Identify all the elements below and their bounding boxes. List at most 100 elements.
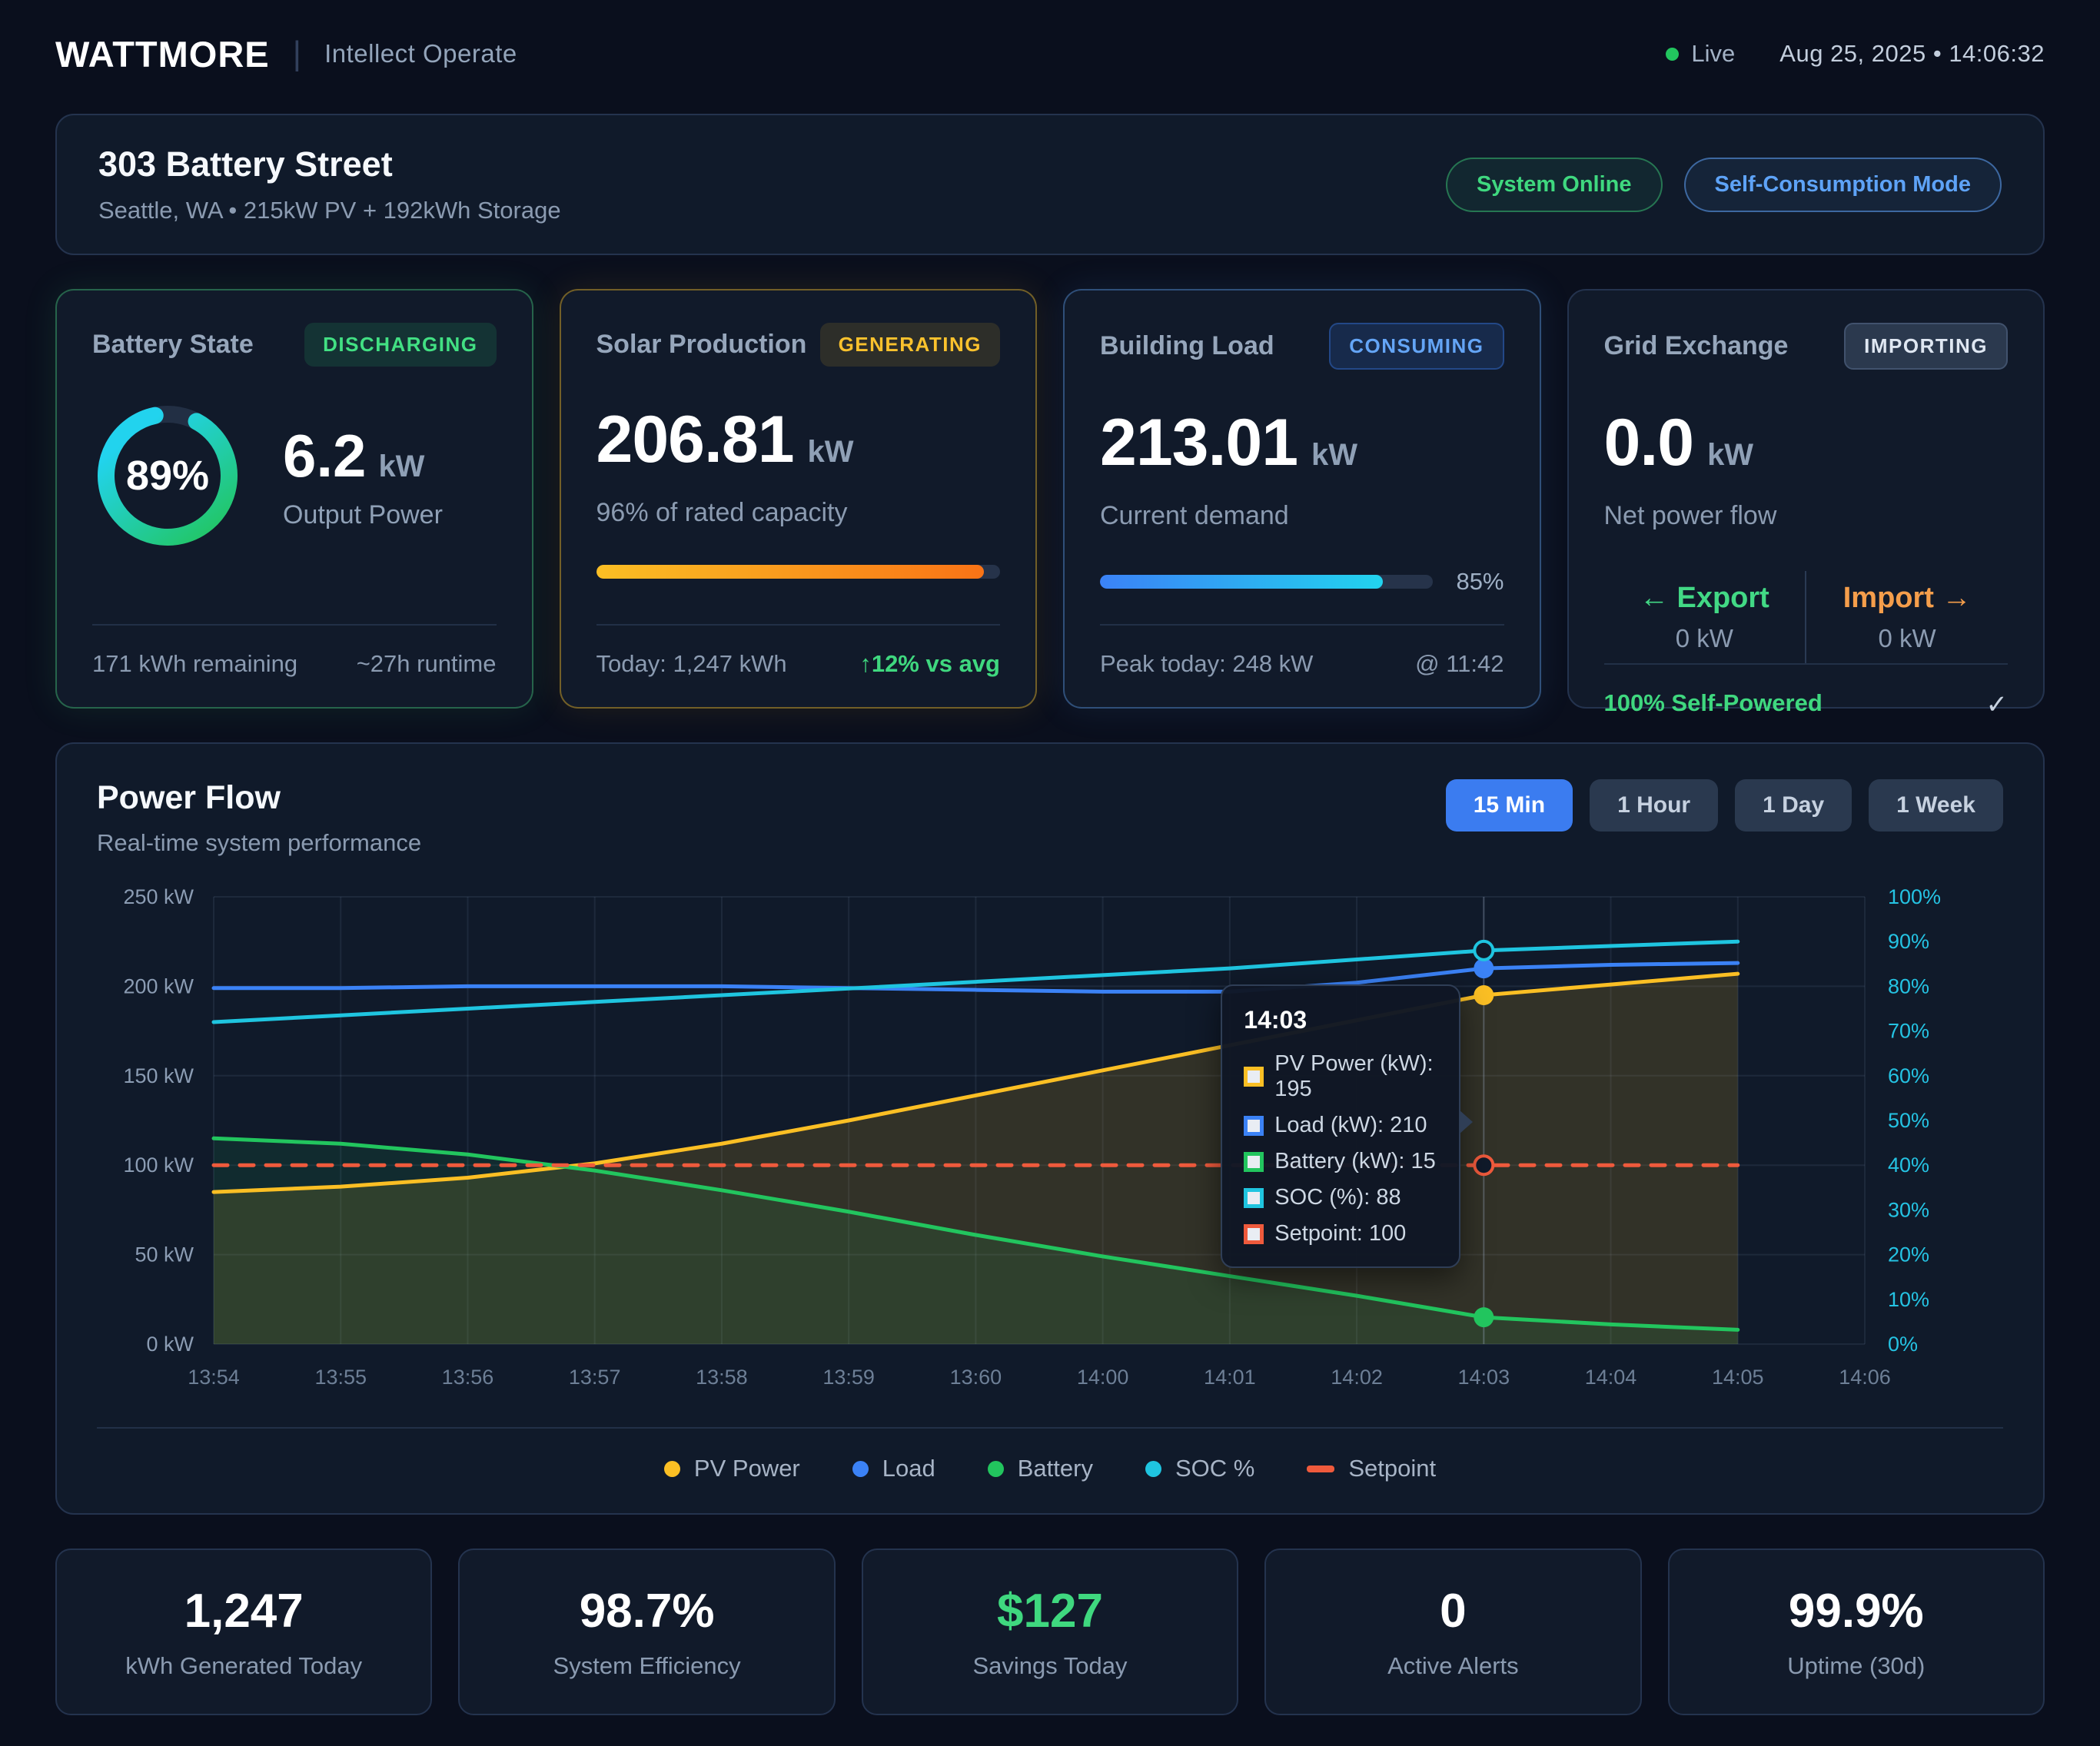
legend-dot-icon: [988, 1461, 1004, 1477]
load-peak-time: @ 11:42: [1415, 650, 1504, 678]
live-dot-icon: [1666, 48, 1679, 61]
stat-label: Savings Today: [879, 1652, 1221, 1680]
tooltip-series-value: SOC (%): 88: [1274, 1185, 1401, 1210]
stat-card-active-alerts: 0Active Alerts: [1264, 1548, 1641, 1715]
grid-self-powered: 100% Self-Powered: [1604, 689, 1823, 720]
grid-flow-label: Net power flow: [1604, 501, 2009, 531]
site-badges: System OnlineSelf-Consumption Mode: [1446, 158, 2002, 212]
battery-runtime: ~27h runtime: [357, 650, 497, 678]
battery-remaining: 171 kWh remaining: [92, 650, 297, 678]
stat-card-system-efficiency: 98.7%System Efficiency: [458, 1548, 835, 1715]
range-button-1-day[interactable]: 1 Day: [1735, 779, 1852, 832]
legend-item-pv-power[interactable]: PV Power: [664, 1455, 800, 1482]
load-progress-fill: [1100, 575, 1383, 589]
grid-exchange-card: Grid Exchange IMPORTING 0.0 kW Net power…: [1567, 289, 2045, 709]
legend-label: Battery: [1018, 1455, 1093, 1482]
svg-text:60%: 60%: [1888, 1064, 1929, 1087]
battery-output-label: Output Power: [283, 500, 443, 530]
load-progress-track: [1100, 575, 1433, 589]
svg-text:50 kW: 50 kW: [135, 1243, 194, 1266]
tooltip-row: PV Power (kW): 195: [1244, 1051, 1437, 1102]
top-bar: WATTMORE | Intellect Operate Live Aug 25…: [55, 20, 2045, 88]
site-details: Seattle, WA • 215kW PV + 192kWh Storage: [98, 197, 561, 224]
legend-dot-icon: [1145, 1461, 1161, 1477]
legend-dot-icon: [664, 1461, 680, 1477]
svg-text:10%: 10%: [1888, 1288, 1929, 1311]
solar-unit: kW: [808, 435, 854, 470]
load-status-badge: CONSUMING: [1329, 323, 1504, 370]
summary-stats-row: 1,247 kWh Generated Today 98.7%System Effi…: [55, 1548, 2045, 1715]
load-peak: Peak today: 248 kW: [1100, 650, 1313, 678]
battery-soc-gauge: 89%: [92, 400, 243, 551]
load-demand-label: Current demand: [1100, 501, 1504, 531]
legend-item-load[interactable]: Load: [852, 1455, 935, 1482]
stat-card-uptime-30d-: 99.9%Uptime (30d): [1668, 1548, 2045, 1715]
svg-text:13:60: 13:60: [950, 1366, 1002, 1389]
svg-text:14:04: 14:04: [1585, 1366, 1637, 1389]
power-flow-heading: Power Flow Real-time system performance: [97, 779, 421, 857]
grid-export-label: ← Export: [1604, 582, 1806, 615]
power-flow-chart: 13:5413:5513:5613:5713:5813:5913:6014:00…: [97, 883, 2003, 1412]
range-button-1-hour[interactable]: 1 Hour: [1590, 779, 1718, 832]
time-range-buttons: 15 Min 1 Hour 1 Day 1 Week: [1446, 779, 2003, 832]
legend-item-battery[interactable]: Battery: [988, 1455, 1093, 1482]
site-badge-system-online: System Online: [1446, 158, 1662, 212]
tooltip-row: SOC (%): 88: [1244, 1185, 1437, 1210]
tooltip-row: Load (kW): 210: [1244, 1113, 1437, 1138]
battery-output-unit: kW: [378, 450, 424, 484]
range-button-1-week[interactable]: 1 Week: [1869, 779, 2003, 832]
brand-logo: WATTMORE: [55, 33, 270, 75]
stat-label: System Efficiency: [475, 1652, 818, 1680]
svg-text:150 kW: 150 kW: [123, 1064, 194, 1087]
solar-status-badge: GENERATING: [820, 323, 1000, 367]
load-progress-percent: 85%: [1456, 568, 1504, 596]
power-flow-chart-svg: 13:5413:5513:5613:5713:5813:5913:6014:00…: [97, 883, 2006, 1412]
tooltip-series-value: Load (kW): 210: [1274, 1113, 1427, 1138]
range-button-15-min[interactable]: 15 Min: [1446, 779, 1573, 832]
grid-import-value: 0 kW: [1806, 624, 2008, 653]
svg-text:13:59: 13:59: [822, 1366, 875, 1389]
dashboard-page: WATTMORE | Intellect Operate Live Aug 25…: [0, 0, 2100, 1715]
chart-legend: PV Power Load Battery SOC % Setpoint: [97, 1427, 2003, 1490]
battery-status-badge: DISCHARGING: [304, 323, 496, 367]
tooltip-series-swatch-icon: [1244, 1116, 1264, 1136]
chart-tooltip: 14:03 PV Power (kW): 195Load (kW): 210Ba…: [1221, 984, 1460, 1268]
svg-text:80%: 80%: [1888, 974, 1929, 997]
legend-label: PV Power: [694, 1455, 800, 1482]
solar-vs-avg: ↑12% vs avg: [859, 650, 1000, 678]
grid-status-badge: IMPORTING: [1844, 323, 2008, 370]
svg-text:13:54: 13:54: [188, 1366, 240, 1389]
tooltip-row: Setpoint: 100: [1244, 1221, 1437, 1246]
solar-today-total: Today: 1,247 kWh: [596, 650, 787, 678]
site-name: 303 Battery Street: [98, 144, 561, 184]
svg-text:13:55: 13:55: [314, 1366, 367, 1389]
tooltip-series-swatch-icon: [1244, 1067, 1264, 1087]
stat-label: Active Alerts: [1281, 1652, 1624, 1680]
load-unit: kW: [1311, 438, 1357, 473]
grid-import-block: Import → 0 kW: [1806, 582, 2008, 653]
tooltip-series-value: PV Power (kW): 195: [1274, 1051, 1437, 1102]
legend-item-soc-[interactable]: SOC %: [1145, 1455, 1254, 1482]
svg-text:14:02: 14:02: [1331, 1366, 1383, 1389]
tooltip-row: Battery (kW): 15: [1244, 1149, 1437, 1174]
solar-card-title: Solar Production: [596, 330, 807, 360]
solar-value: 206.81: [596, 402, 794, 478]
grid-import-label: Import →: [1806, 582, 2008, 615]
battery-card-title: Battery State: [92, 330, 254, 360]
stat-value: 1,247: [72, 1584, 415, 1638]
site-info-bar: 303 Battery Street Seattle, WA • 215kW P…: [55, 114, 2045, 255]
product-name: Intellect Operate: [324, 39, 517, 68]
load-value: 213.01: [1100, 405, 1298, 481]
building-load-card: Building Load CONSUMING 213.01 kW Curren…: [1063, 289, 1541, 709]
stat-card-kwh-generated-today: 1,247 kWh Generated Today: [55, 1548, 432, 1715]
stat-value: 99.9%: [1685, 1584, 2028, 1638]
check-icon: ✓: [1986, 689, 2009, 720]
svg-text:0 kW: 0 kW: [146, 1333, 194, 1356]
svg-text:40%: 40%: [1888, 1153, 1929, 1177]
power-flow-panel: Power Flow Real-time system performance …: [55, 742, 2045, 1515]
stat-label: kWh Generated Today: [72, 1652, 415, 1680]
tooltip-series-swatch-icon: [1244, 1224, 1264, 1244]
legend-item-setpoint[interactable]: Setpoint: [1307, 1455, 1436, 1482]
solar-production-card: Solar Production GENERATING 206.81 kW 96…: [560, 289, 1038, 709]
legend-dot-icon: [852, 1461, 869, 1477]
